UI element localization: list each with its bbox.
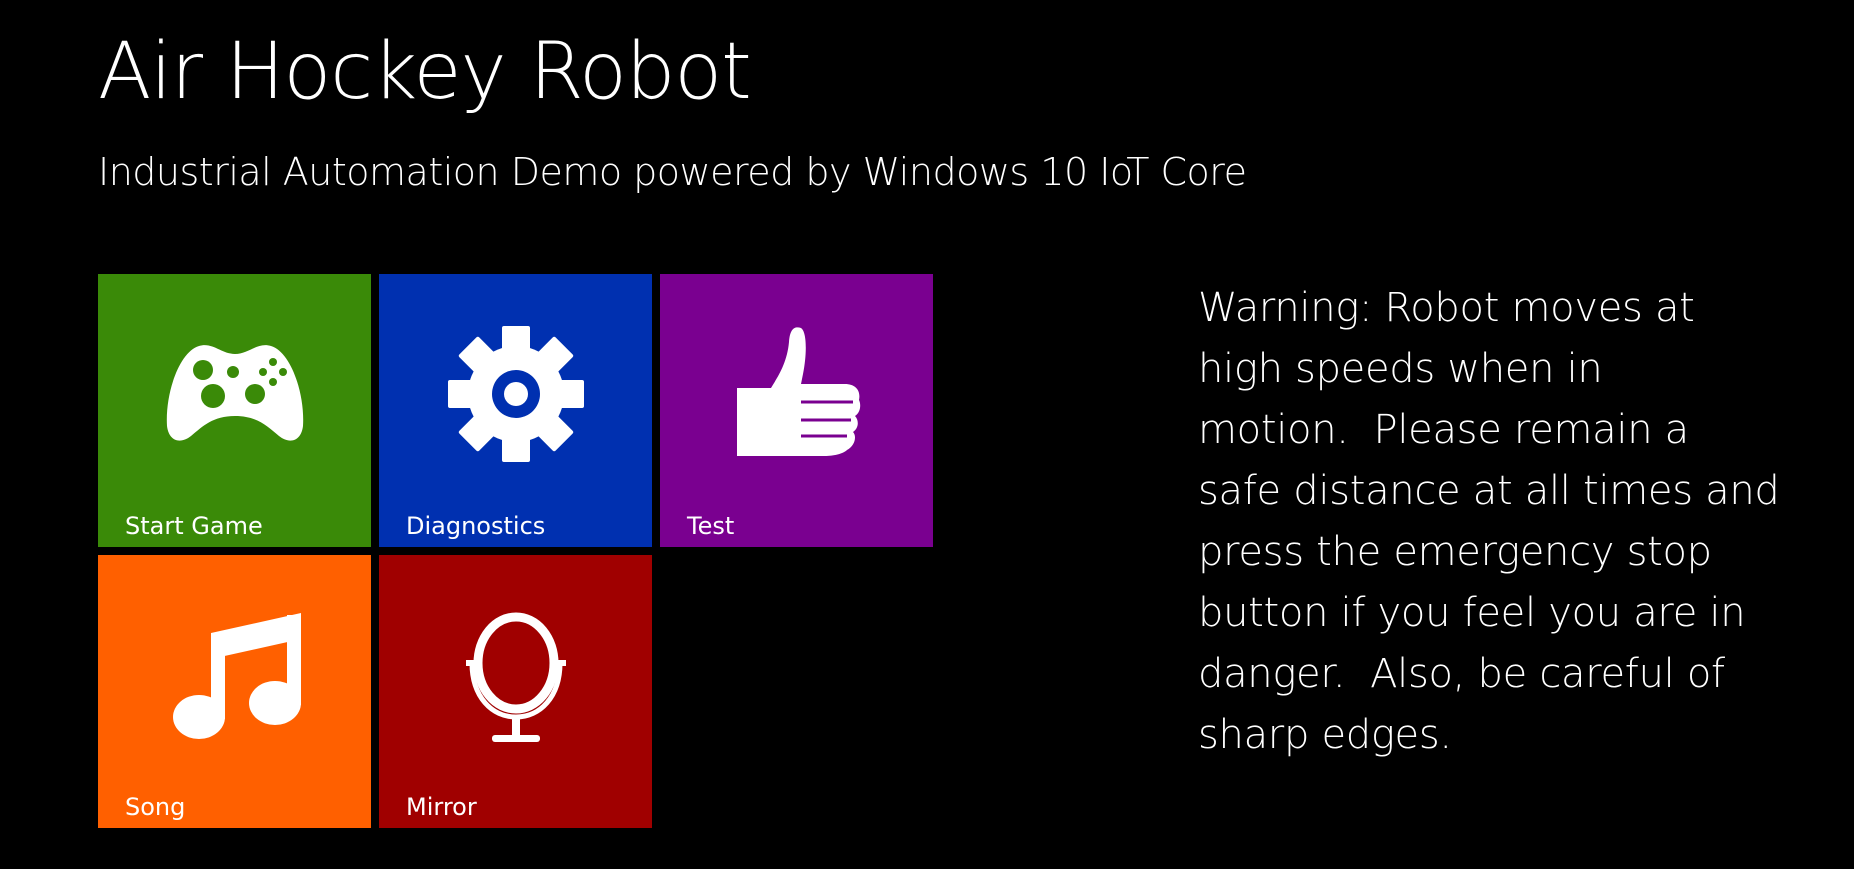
mirror-icon bbox=[379, 605, 652, 745]
gamepad-icon bbox=[98, 324, 371, 464]
app-subtitle: Industrial Automation Demo powered by Wi… bbox=[98, 150, 1247, 194]
tile-label: Mirror bbox=[406, 793, 477, 822]
song-tile[interactable]: Song bbox=[98, 555, 371, 828]
app-title: Air Hockey Robot bbox=[98, 27, 752, 117]
mirror-tile[interactable]: Mirror bbox=[379, 555, 652, 828]
test-tile[interactable]: Test bbox=[660, 274, 933, 547]
gear-icon bbox=[379, 324, 652, 464]
tile-label: Diagnostics bbox=[406, 512, 546, 541]
start-game-tile[interactable]: Start Game bbox=[98, 274, 371, 547]
tile-label: Song bbox=[125, 793, 186, 822]
diagnostics-tile[interactable]: Diagnostics bbox=[379, 274, 652, 547]
tile-label: Start Game bbox=[125, 512, 263, 541]
thumbs-up-icon bbox=[660, 324, 933, 464]
tile-label: Test bbox=[687, 512, 735, 541]
warning-text: Warning: Robot moves at high speeds when… bbox=[1198, 285, 1780, 758]
music-note-icon bbox=[98, 605, 371, 745]
tile-grid: Start Game Diagnostics Test Song Mirror bbox=[98, 274, 934, 829]
